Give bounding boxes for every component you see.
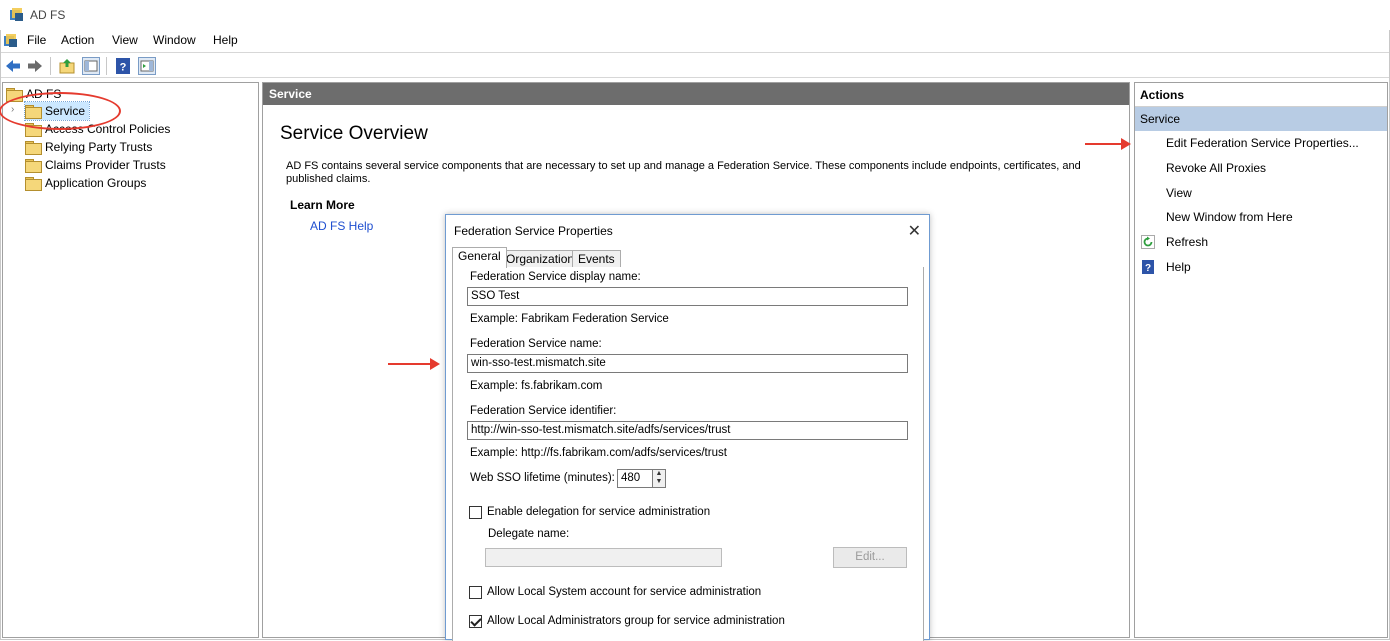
- service-name-field[interactable]: win-sso-test.mismatch.site: [467, 354, 908, 373]
- menu-help[interactable]: Help: [213, 33, 238, 47]
- show-hide-console-tree-icon[interactable]: [82, 57, 100, 75]
- action-revoke-all-proxies[interactable]: Revoke All Proxies: [1166, 161, 1266, 175]
- tree-root-label: AD FS: [26, 87, 62, 101]
- actions-pane: Actions Service Edit Federation Service …: [1134, 82, 1388, 638]
- menu-action[interactable]: Action: [61, 33, 94, 47]
- up-folder-icon[interactable]: [58, 57, 76, 75]
- annotation-arrow-service-name: [388, 358, 440, 370]
- tree-item-label: Service: [45, 104, 86, 118]
- folder-icon: [25, 159, 42, 173]
- allow-local-admins-label: Allow Local Administrators group for ser…: [487, 615, 785, 627]
- folder-icon: [25, 105, 42, 119]
- display-name-field[interactable]: SSO Test: [467, 287, 908, 306]
- sso-lifetime-label: Web SSO lifetime (minutes):: [470, 472, 615, 484]
- folder-icon: [25, 141, 42, 155]
- spin-down-icon[interactable]: ▼: [653, 478, 665, 486]
- tab-events[interactable]: Events: [572, 250, 621, 268]
- folder-icon: [25, 123, 42, 137]
- spin-up-icon[interactable]: ▲: [653, 470, 665, 478]
- close-icon[interactable]: ✕: [908, 221, 921, 241]
- toolbar-separator: [50, 57, 51, 75]
- page-title: Service Overview: [280, 123, 428, 144]
- console-icon[interactable]: [3, 33, 19, 49]
- expand-chevron-icon[interactable]: ›: [11, 104, 14, 115]
- adfs-app-icon: [10, 8, 23, 21]
- sso-lifetime-stepper[interactable]: ▲ ▼: [652, 469, 666, 488]
- tree-item-label: Relying Party Trusts: [45, 140, 153, 154]
- display-name-label: Federation Service display name:: [470, 271, 641, 283]
- tree-item-claims-provider-trusts[interactable]: Claims Provider Trusts: [25, 156, 166, 174]
- learn-more-heading: Learn More: [290, 198, 355, 212]
- menu-file[interactable]: File: [27, 33, 46, 47]
- adfs-help-link[interactable]: AD FS Help: [310, 219, 373, 233]
- action-new-window-from-here[interactable]: New Window from Here: [1166, 210, 1293, 224]
- actions-header: Actions: [1135, 83, 1387, 107]
- action-help[interactable]: Help: [1166, 260, 1191, 274]
- menu-window[interactable]: Window: [153, 33, 196, 47]
- action-refresh[interactable]: Refresh: [1166, 235, 1208, 249]
- help-icon[interactable]: ?: [114, 57, 132, 75]
- tab-organization[interactable]: Organization: [500, 250, 581, 268]
- enable-delegation-checkbox[interactable]: [469, 506, 482, 519]
- forward-icon[interactable]: [26, 57, 44, 75]
- tree-item-application-groups[interactable]: Application Groups: [25, 174, 146, 192]
- folder-icon: [25, 177, 42, 191]
- federation-service-properties-dialog: Federation Service Properties ✕ General …: [445, 214, 930, 641]
- tree-root-adfs[interactable]: AD FS: [6, 85, 61, 103]
- identifier-label: Federation Service identifier:: [470, 405, 617, 417]
- sso-lifetime-field[interactable]: 480: [617, 469, 653, 488]
- actions-section-service[interactable]: Service: [1135, 107, 1387, 131]
- tree-item-label: Claims Provider Trusts: [45, 158, 166, 172]
- tree-item-relying-party-trusts[interactable]: Relying Party Trusts: [25, 138, 152, 156]
- svg-text:?: ?: [1145, 263, 1151, 274]
- action-view[interactable]: View: [1166, 186, 1192, 200]
- tree-item-service[interactable]: Service: [23, 101, 91, 121]
- delegate-name-label: Delegate name:: [488, 528, 570, 540]
- menu-view[interactable]: View: [112, 33, 138, 47]
- action-edit-federation-service-properties[interactable]: Edit Federation Service Properties...: [1166, 136, 1359, 150]
- delegate-name-field: [485, 548, 722, 567]
- tab-general[interactable]: General: [452, 247, 507, 268]
- title-bar: [0, 0, 1390, 30]
- allow-local-system-label: Allow Local System account for service a…: [487, 586, 762, 598]
- show-hide-action-pane-icon[interactable]: [138, 57, 156, 75]
- back-icon[interactable]: [4, 57, 22, 75]
- annotation-arrow-edit-properties: [1085, 138, 1131, 150]
- allow-local-system-checkbox[interactable]: [469, 586, 482, 599]
- svg-text:?: ?: [120, 62, 127, 74]
- window-title: AD FS: [30, 8, 66, 22]
- allow-local-admins-checkbox[interactable]: [469, 615, 482, 628]
- tree-item-label: Access Control Policies: [45, 122, 171, 136]
- identifier-field[interactable]: http://win-sso-test.mismatch.site/adfs/s…: [467, 421, 908, 440]
- folder-icon: [6, 88, 23, 102]
- service-description: AD FS contains several service component…: [286, 160, 1081, 185]
- edit-button: Edit...: [833, 547, 907, 568]
- tree-item-access-control-policies[interactable]: Access Control Policies: [25, 120, 170, 138]
- service-name-example: Example: fs.fabrikam.com: [470, 380, 603, 392]
- refresh-icon: [1141, 235, 1155, 249]
- help-icon: ?: [1142, 260, 1154, 274]
- identifier-example: Example: http://fs.fabrikam.com/adfs/ser…: [470, 447, 727, 459]
- tree-item-label: Application Groups: [45, 176, 147, 190]
- center-pane-header: Service: [263, 83, 1129, 105]
- enable-delegation-label: Enable delegation for service administra…: [487, 506, 711, 518]
- service-name-label: Federation Service name:: [470, 338, 602, 350]
- toolbar: ?: [1, 52, 1389, 78]
- console-tree: AD FS › Service Access Control Policies …: [2, 82, 259, 638]
- display-name-example: Example: Fabrikam Federation Service: [470, 313, 669, 325]
- toolbar-separator: [106, 57, 107, 75]
- dialog-title: Federation Service Properties: [454, 224, 613, 238]
